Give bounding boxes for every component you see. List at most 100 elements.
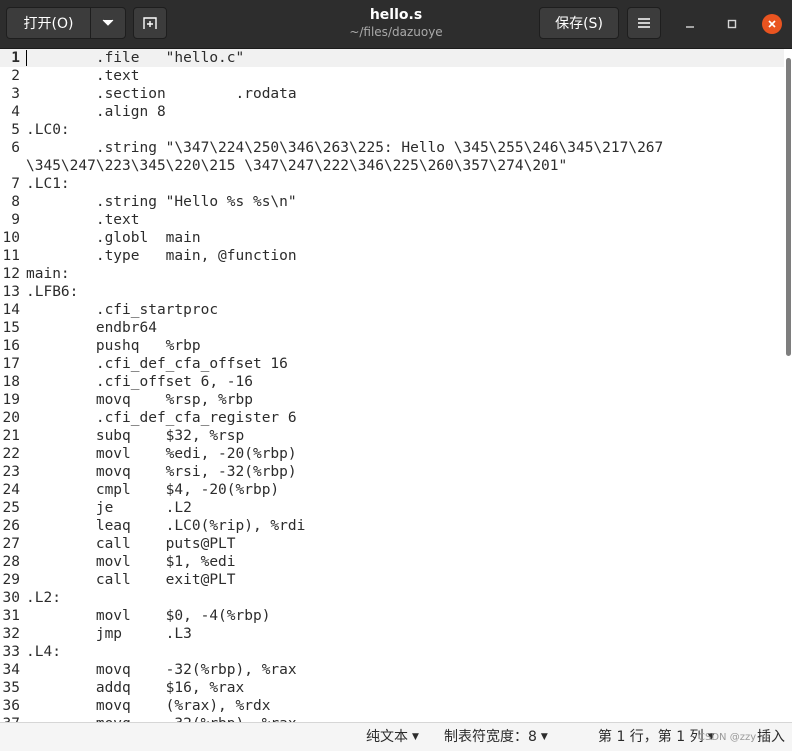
line-number: 5	[11, 122, 20, 138]
window-title: hello.s	[369, 7, 423, 23]
code-line[interactable]: 30 .L2:	[0, 589, 784, 607]
open-menu-button[interactable]	[90, 7, 126, 39]
code-line[interactable]: 7 .LC1:	[0, 175, 784, 193]
code-line[interactable]: 32 jmp .L3	[0, 625, 784, 643]
line-number: 30	[2, 590, 20, 606]
code-line[interactable]: 2 .text	[0, 67, 784, 85]
header-bar: 打开(O) hello.s ~/files/dazuoye 保存(S)	[0, 0, 792, 49]
line-text: .align 8	[26, 104, 166, 120]
code-line[interactable]: 36 movq (%rax), %rdx	[0, 697, 784, 715]
code-line[interactable]: 11 .type main, @function	[0, 247, 784, 265]
line-number: 13	[2, 284, 20, 300]
line-text: movq -32(%rbp), %rax	[26, 662, 297, 678]
tab-width-label: 制表符宽度：8	[444, 729, 537, 745]
code-line[interactable]: 6 .string "\347\224\250\346\263\225: Hel…	[0, 139, 784, 157]
new-tab-icon	[143, 17, 157, 29]
line-number: 35	[2, 680, 20, 696]
main-menu-button[interactable]	[627, 7, 661, 39]
code-line[interactable]: 1 .file "hello.c"	[0, 49, 784, 67]
save-button[interactable]: 保存(S)	[539, 7, 619, 39]
line-number: 1	[11, 50, 20, 66]
hamburger-icon	[638, 18, 650, 28]
text-editor[interactable]: 1 .file "hello.c" 2 .text 3 .section .roda…	[0, 49, 784, 722]
line-number: 23	[2, 464, 20, 480]
code-line[interactable]: 27 call puts@PLT	[0, 535, 784, 553]
code-line[interactable]: 22 movl %edi, -20(%rbp)	[0, 445, 784, 463]
code-line[interactable]: \345\247\223\345\220\215 \347\247\222\34…	[0, 157, 784, 175]
line-number: 6	[11, 140, 20, 156]
code-line[interactable]: 4 .align 8	[0, 103, 784, 121]
code-line[interactable]: 28 movl $1, %edi	[0, 553, 784, 571]
line-number: 11	[2, 248, 20, 264]
line-text: \345\247\223\345\220\215 \347\247\222\34…	[26, 158, 568, 174]
code-line[interactable]: 8 .string "Hello %s %s\n"	[0, 193, 784, 211]
code-line[interactable]: 21 subq $32, %rsp	[0, 427, 784, 445]
line-text: movq (%rax), %rdx	[26, 698, 271, 714]
line-text: .type main, @function	[26, 248, 297, 264]
insert-mode-label: 插入	[757, 729, 785, 745]
new-tab-button[interactable]	[133, 7, 167, 39]
line-text: .cfi_def_cfa_register 6	[26, 410, 297, 426]
code-line[interactable]: 31 movl $0, -4(%rbp)	[0, 607, 784, 625]
language-label: 纯文本	[366, 729, 408, 745]
line-number: 22	[2, 446, 20, 462]
text-cursor	[26, 50, 27, 66]
line-number: 26	[2, 518, 20, 534]
line-number: 32	[2, 626, 20, 642]
line-number: 24	[2, 482, 20, 498]
line-number: 29	[2, 572, 20, 588]
code-line[interactable]: 33 .L4:	[0, 643, 784, 661]
code-line[interactable]: 35 addq $16, %rax	[0, 679, 784, 697]
line-text: movl $1, %edi	[26, 554, 236, 570]
minimize-button[interactable]	[680, 14, 700, 34]
code-line[interactable]: 13 .LFB6:	[0, 283, 784, 301]
code-line[interactable]: 25 je .L2	[0, 499, 784, 517]
maximize-button[interactable]	[722, 14, 742, 34]
code-line[interactable]: 37 movq -32(%rbp), %rax	[0, 715, 784, 722]
chevron-down-icon: ▼	[412, 732, 419, 742]
code-line[interactable]: 34 movq -32(%rbp), %rax	[0, 661, 784, 679]
line-text: .LC1:	[26, 176, 70, 192]
language-selector[interactable]: 纯文本 ▼	[366, 729, 419, 745]
code-line[interactable]: 17 .cfi_def_cfa_offset 16	[0, 355, 784, 373]
code-line[interactable]: 9 .text	[0, 211, 784, 229]
line-text: call puts@PLT	[26, 536, 236, 552]
code-line[interactable]: 12 main:	[0, 265, 784, 283]
code-line[interactable]: 16 pushq %rbp	[0, 337, 784, 355]
code-line[interactable]: 10 .globl main	[0, 229, 784, 247]
close-button[interactable]	[762, 14, 782, 34]
line-text: .string "\347\224\250\346\263\225: Hello…	[26, 140, 664, 156]
scrollbar-thumb[interactable]	[786, 58, 791, 356]
code-line[interactable]: 14 .cfi_startproc	[0, 301, 784, 319]
line-number: 20	[2, 410, 20, 426]
code-line[interactable]: 18 .cfi_offset 6, -16	[0, 373, 784, 391]
line-number: 25	[2, 500, 20, 516]
line-number: 34	[2, 662, 20, 678]
code-line[interactable]: 26 leaq .LC0(%rip), %rdi	[0, 517, 784, 535]
tab-width-selector[interactable]: 制表符宽度：8 ▼	[444, 729, 548, 745]
line-text: .text	[26, 212, 140, 228]
code-line[interactable]: 19 movq %rsp, %rbp	[0, 391, 784, 409]
line-text: .string "Hello %s %s\n"	[26, 194, 297, 210]
code-line[interactable]: 29 call exit@PLT	[0, 571, 784, 589]
code-line[interactable]: 23 movq %rsi, -32(%rbp)	[0, 463, 784, 481]
code-line[interactable]: 20 .cfi_def_cfa_register 6	[0, 409, 784, 427]
code-line[interactable]: 3 .section .rodata	[0, 85, 784, 103]
line-number: 8	[11, 194, 20, 210]
line-number: 28	[2, 554, 20, 570]
line-number: 10	[2, 230, 20, 246]
code-line[interactable]: 15 endbr64	[0, 319, 784, 337]
insert-mode-indicator[interactable]: 插入	[757, 729, 785, 745]
line-number: 36	[2, 698, 20, 714]
maximize-icon	[727, 19, 737, 29]
line-text: leaq .LC0(%rip), %rdi	[26, 518, 306, 534]
code-line[interactable]: 24 cmpl $4, -20(%rbp)	[0, 481, 784, 499]
open-button[interactable]: 打开(O)	[6, 7, 91, 39]
line-number: 19	[2, 392, 20, 408]
line-number: 12	[2, 266, 20, 282]
open-button-label: 打开(O)	[23, 16, 74, 32]
code-lines: 1 .file "hello.c" 2 .text 3 .section .roda…	[0, 49, 784, 722]
line-text: movq %rsp, %rbp	[26, 392, 253, 408]
code-line[interactable]: 5 .LC0:	[0, 121, 784, 139]
line-text: .file "hello.c"	[26, 50, 245, 66]
